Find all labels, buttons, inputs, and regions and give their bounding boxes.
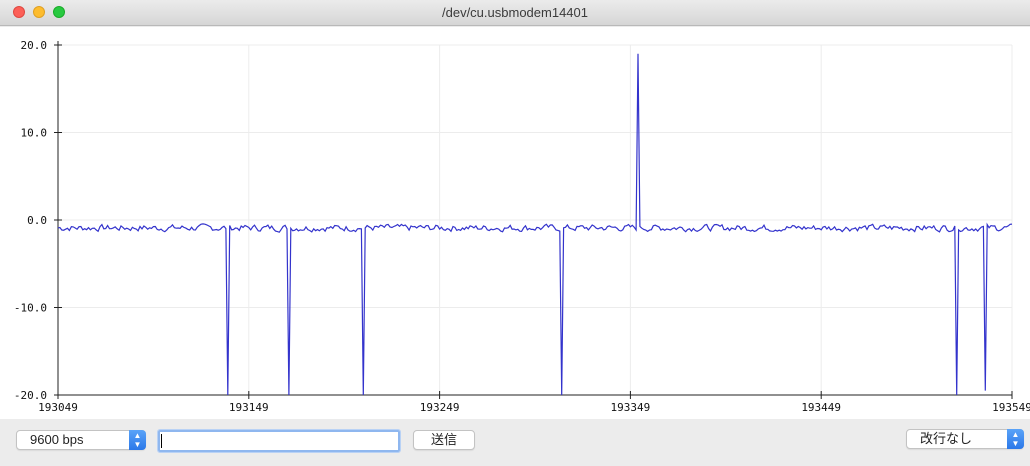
bottom-toolbar: 9600 bps ▲ ▼ 送信 改行なし ▲ ▼ xyxy=(0,419,1030,466)
text-caret xyxy=(161,434,162,448)
select-arrows-icon: ▲ ▼ xyxy=(129,430,146,450)
serial-plotter: 20.0 10.0 0.0 -10.0 -20.0 193049 193149 193249 1… xyxy=(0,27,1030,419)
x-tick-label: 193549 xyxy=(992,401,1030,414)
baud-rate-value: 9600 bps xyxy=(30,432,84,447)
series-line xyxy=(57,53,1013,396)
send-button[interactable]: 送信 xyxy=(413,430,475,450)
x-tick-label: 193449 xyxy=(801,401,841,414)
y-tick-label: 0.0 xyxy=(27,214,47,227)
x-tick-label: 193149 xyxy=(229,401,269,414)
y-tick-label: -10.0 xyxy=(14,302,47,315)
line-ending-select[interactable]: 改行なし ▲ ▼ xyxy=(906,429,1024,449)
window-title: /dev/cu.usbmodem14401 xyxy=(442,5,588,20)
plot-chart: 20.010.00.0-10.0-20.0193049 193149 193249 1… xyxy=(14,39,1030,414)
x-tick-label: 193349 xyxy=(611,401,651,414)
x-tick-label: 193049 xyxy=(38,401,78,414)
title-bar: /dev/cu.usbmodem14401 xyxy=(0,0,1030,26)
send-input[interactable] xyxy=(157,429,401,453)
y-tick-label: 20.0 xyxy=(21,39,48,52)
baud-rate-select[interactable]: 9600 bps ▲ ▼ xyxy=(16,430,146,450)
x-tick-label: 193249 xyxy=(420,401,460,414)
line-ending-value: 改行なし xyxy=(920,431,973,446)
y-tick-label: 10.0 xyxy=(21,127,48,140)
select-arrows-icon: ▲ ▼ xyxy=(1007,429,1024,449)
